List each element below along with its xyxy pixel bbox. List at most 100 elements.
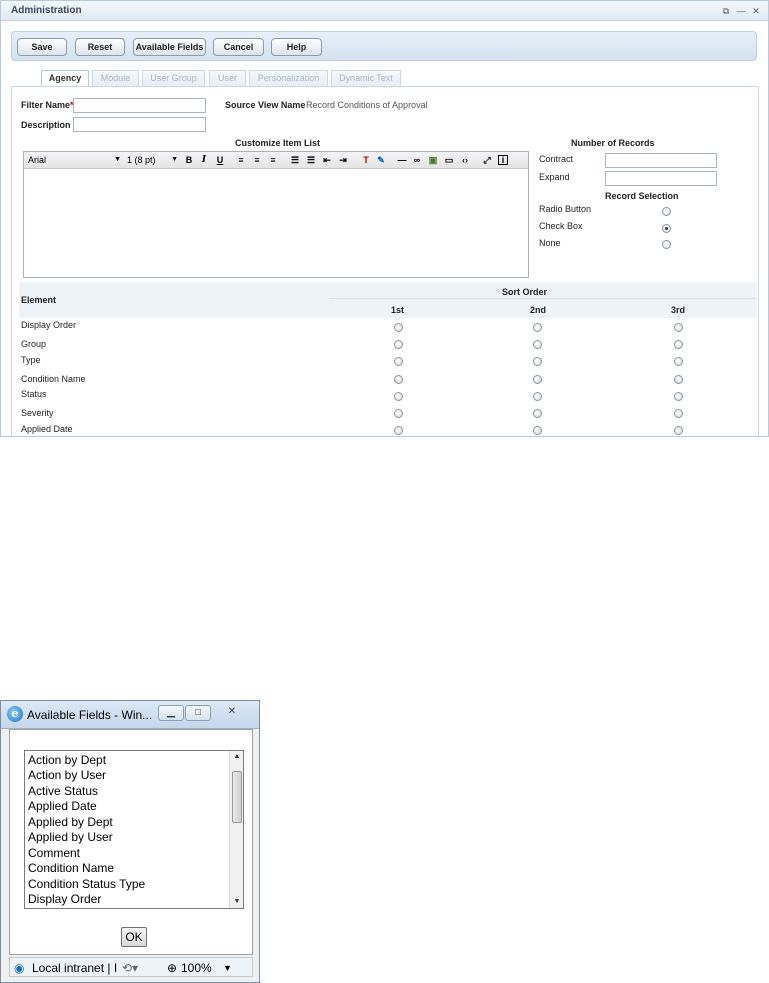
zoom-icon[interactable]: ⊕ <box>167 961 177 975</box>
none-option-radio[interactable] <box>662 240 671 249</box>
ordered-list-icon[interactable]: ☰ <box>290 155 300 166</box>
protected-mode-icon[interactable]: ⟲▾ <box>122 961 138 975</box>
sort-radio-2nd[interactable] <box>533 340 542 349</box>
list-item[interactable]: Applied Date <box>28 799 97 813</box>
browser-status-bar: ◉ Local intranet | I ⟲▾ ⊕ 100% ▼ <box>9 957 253 977</box>
column-1st-header: 1st <box>391 305 405 315</box>
sort-table-header <box>19 282 757 318</box>
sort-radio-2nd[interactable] <box>533 409 542 418</box>
info-icon[interactable]: i <box>498 155 508 165</box>
align-left-icon[interactable]: ≡ <box>236 155 246 166</box>
number-of-records-label: Number of Records <box>571 138 655 148</box>
sort-radio-1st[interactable] <box>394 375 403 384</box>
sort-radio-2nd[interactable] <box>533 323 542 332</box>
sort-radio-1st[interactable] <box>394 392 403 401</box>
maximize-icon[interactable]: □ <box>185 705 211 721</box>
scroll-down-icon[interactable]: ▼ <box>230 896 243 908</box>
sort-radio-1st[interactable] <box>394 426 403 435</box>
available-fields-button[interactable]: Available Fields <box>133 38 206 56</box>
row-label: Status <box>21 389 47 399</box>
source-code-icon[interactable]: ‹› <box>460 155 470 166</box>
help-button[interactable]: Help <box>271 38 322 56</box>
list-item[interactable]: Active Status <box>28 784 98 798</box>
scroll-thumb[interactable] <box>232 771 242 823</box>
sort-radio-2nd[interactable] <box>533 375 542 384</box>
restore-icon[interactable]: ⧉ <box>720 5 732 17</box>
list-item[interactable]: Comment <box>28 846 80 860</box>
sort-radio-1st[interactable] <box>394 340 403 349</box>
list-item[interactable]: Condition Status Type <box>28 877 145 891</box>
sort-radio-3rd[interactable] <box>674 426 683 435</box>
scroll-up-icon[interactable]: ▲ <box>230 751 243 763</box>
editor-toolbar: Arial ▼ 1 (8 pt) ▼ B I U ≡ ≡ ≡ ☰ ☰ ⇤ ⇥ T ✎… <box>24 152 528 169</box>
highlight-color-icon[interactable]: ✎ <box>376 155 386 166</box>
header-divider <box>329 298 757 299</box>
text-color-icon[interactable]: T <box>361 155 371 166</box>
ok-button[interactable]: OK <box>121 927 147 947</box>
horizontal-rule-icon[interactable]: — <box>397 155 407 166</box>
sort-radio-3rd[interactable] <box>674 357 683 366</box>
zone-label: Local intranet | I <box>32 961 118 975</box>
list-item[interactable]: Applied by Dept <box>28 815 113 829</box>
fullscreen-icon[interactable]: ⤢ <box>482 155 492 166</box>
editor-text-area[interactable] <box>24 170 528 277</box>
close-icon[interactable]: ✕ <box>212 705 252 721</box>
minimize-icon[interactable]: ▁ <box>158 705 184 721</box>
bold-icon[interactable]: B <box>184 155 194 166</box>
image-icon[interactable]: ▣ <box>428 155 438 166</box>
list-item[interactable]: Applied by User <box>28 830 113 844</box>
unordered-list-icon[interactable]: ☰ <box>306 155 316 166</box>
link-icon[interactable]: ∞ <box>412 155 422 166</box>
list-item[interactable]: Condition Name <box>28 861 114 875</box>
sort-radio-1st[interactable] <box>394 409 403 418</box>
row-label: Severity <box>21 408 54 418</box>
tab-user-group[interactable]: User Group <box>142 70 205 86</box>
sort-radio-1st[interactable] <box>394 323 403 332</box>
popup-body: Action by Dept Action by User Active Sta… <box>9 729 253 955</box>
align-center-icon[interactable]: ≡ <box>252 155 262 166</box>
sort-radio-2nd[interactable] <box>533 392 542 401</box>
tab-agency[interactable]: Agency <box>41 70 89 87</box>
tab-dynamic-text[interactable]: Dynamic Text <box>331 70 401 86</box>
source-view-value: Record Conditions of Approval <box>306 100 428 110</box>
sort-radio-1st[interactable] <box>394 357 403 366</box>
source-view-label: Source View Name <box>225 100 306 110</box>
check-box-option-radio[interactable] <box>662 224 671 233</box>
italic-icon[interactable]: I <box>199 155 209 166</box>
available-fields-listbox[interactable]: Action by Dept Action by User Active Sta… <box>24 750 244 909</box>
font-select[interactable]: Arial ▼ <box>28 154 121 166</box>
sort-radio-3rd[interactable] <box>674 375 683 384</box>
expand-input[interactable] <box>605 171 717 186</box>
outdent-icon[interactable]: ⇤ <box>322 155 332 166</box>
sort-radio-3rd[interactable] <box>674 340 683 349</box>
none-option-label: None <box>539 238 561 248</box>
table-icon[interactable]: ▭ <box>444 155 454 166</box>
underline-icon[interactable]: U <box>215 155 225 166</box>
radio-button-option-radio[interactable] <box>662 207 671 216</box>
description-input[interactable] <box>73 117 206 132</box>
cancel-button[interactable]: Cancel <box>213 38 264 56</box>
sort-radio-2nd[interactable] <box>533 357 542 366</box>
align-right-icon[interactable]: ≡ <box>268 155 278 166</box>
reset-button[interactable]: Reset <box>75 38 125 56</box>
font-size-select[interactable]: 1 (8 pt) ▼ <box>127 154 178 166</box>
sort-radio-3rd[interactable] <box>674 323 683 332</box>
tab-module[interactable]: Module <box>92 70 139 86</box>
contract-input[interactable] <box>605 153 717 168</box>
filter-name-input[interactable] <box>73 98 206 113</box>
minimize-icon[interactable]: — <box>735 5 747 17</box>
indent-icon[interactable]: ⇥ <box>338 155 348 166</box>
list-item[interactable]: Action by Dept <box>28 753 106 767</box>
tab-personalization[interactable]: Personalization <box>249 70 328 86</box>
zoom-dropdown-icon[interactable]: ▼ <box>223 963 232 973</box>
sort-radio-3rd[interactable] <box>674 409 683 418</box>
listbox-scrollbar[interactable]: ▲ ▼ <box>229 751 243 908</box>
close-icon[interactable]: ✕ <box>750 5 762 17</box>
tab-user[interactable]: User <box>209 70 246 86</box>
sort-radio-3rd[interactable] <box>674 392 683 401</box>
list-item[interactable]: Display Order <box>28 892 101 906</box>
list-item[interactable]: Action by User <box>28 768 106 782</box>
save-button[interactable]: Save <box>17 38 67 56</box>
zoom-level[interactable]: 100% <box>181 961 212 975</box>
sort-radio-2nd[interactable] <box>533 426 542 435</box>
